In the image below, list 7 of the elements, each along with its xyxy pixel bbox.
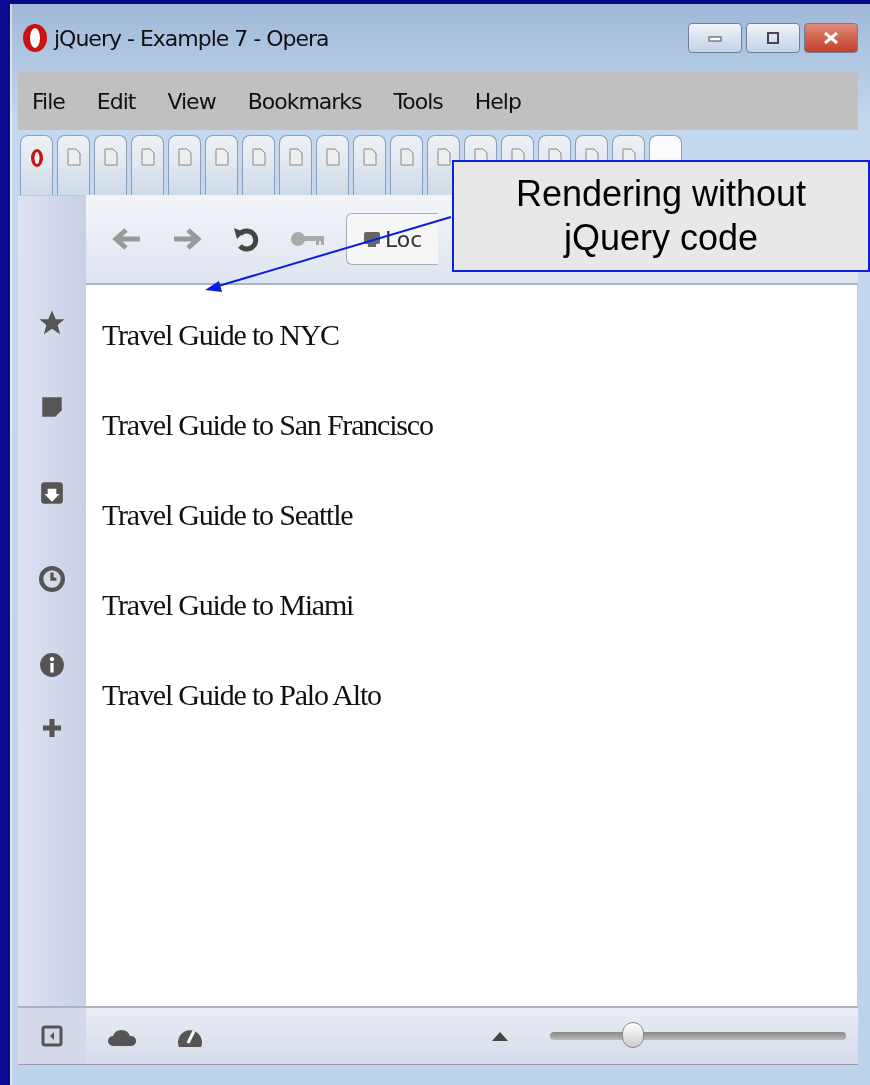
callout-tooltip: Rendering without jQuery code (452, 160, 870, 272)
link-text: Travel Guide to Seattle (102, 497, 354, 533)
link-text: Travel Guide to San Francisco (102, 407, 434, 443)
link-text: Travel Guide to Palo Alto (102, 677, 382, 713)
window-title: jQuery - Example 7 - Opera (54, 25, 329, 51)
link-text: Travel Guide to Miami (102, 587, 355, 623)
link-text: Travel Guide to NYC (102, 317, 340, 353)
